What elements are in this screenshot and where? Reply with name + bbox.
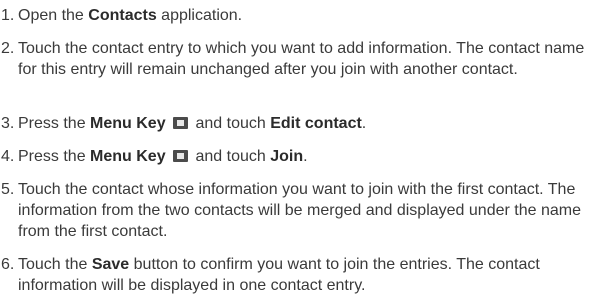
menu-key-icon <box>173 150 189 162</box>
step-text-part: Press the <box>18 148 91 165</box>
step-5: 5. Touch the contact whose information y… <box>1 179 597 242</box>
menu-key-label: Menu Key <box>90 148 166 165</box>
step-text: Open the Contacts application. <box>1 5 597 26</box>
step-number: 6. <box>1 256 15 273</box>
step-text-part: Open the <box>18 7 89 24</box>
step-text: Touch the Save button to confirm you wan… <box>1 254 597 296</box>
contacts-app-label: Contacts <box>88 7 157 24</box>
step-text-part: Press the <box>18 115 91 132</box>
step-text: Press the Menu Key and touch Join. <box>1 146 597 167</box>
step-text-part: . <box>303 148 308 165</box>
step-number: 4. <box>1 148 15 165</box>
save-button-label: Save <box>91 256 130 273</box>
step-text-part: . <box>361 115 367 132</box>
step-text: Touch the contact whose information you … <box>18 181 581 240</box>
step-number: 2. <box>1 40 15 57</box>
step-3: 3. Press the Menu Key and touch Edit con… <box>1 113 597 134</box>
step-number: 5. <box>1 181 15 198</box>
step-6: 6. Touch the Save button to confirm you … <box>1 254 597 296</box>
step-text-part: and touch <box>191 115 271 132</box>
edit-contact-label: Edit contact <box>270 115 362 132</box>
join-label: Join <box>270 148 304 165</box>
step-text-part: Touch the <box>18 256 92 273</box>
step-text: Press the Menu Key and touch Edit contac… <box>1 113 597 134</box>
step-text: Touch the contact entry to which you wan… <box>18 40 585 78</box>
menu-key-label: Menu Key <box>90 115 166 132</box>
step-2: 2. Touch the contact entry to which you … <box>1 38 597 80</box>
step-4: 4. Press the Menu Key and touch Join. <box>1 146 597 167</box>
step-text-part: application. <box>156 7 243 24</box>
step-number: 1. <box>1 7 15 24</box>
instructions-document: 1. Open the Contacts application. 2. Tou… <box>0 0 601 301</box>
step-1: 1. Open the Contacts application. <box>1 5 597 26</box>
step-text-part: and touch <box>191 148 271 165</box>
menu-key-icon <box>173 117 189 129</box>
step-number: 3. <box>1 115 15 132</box>
